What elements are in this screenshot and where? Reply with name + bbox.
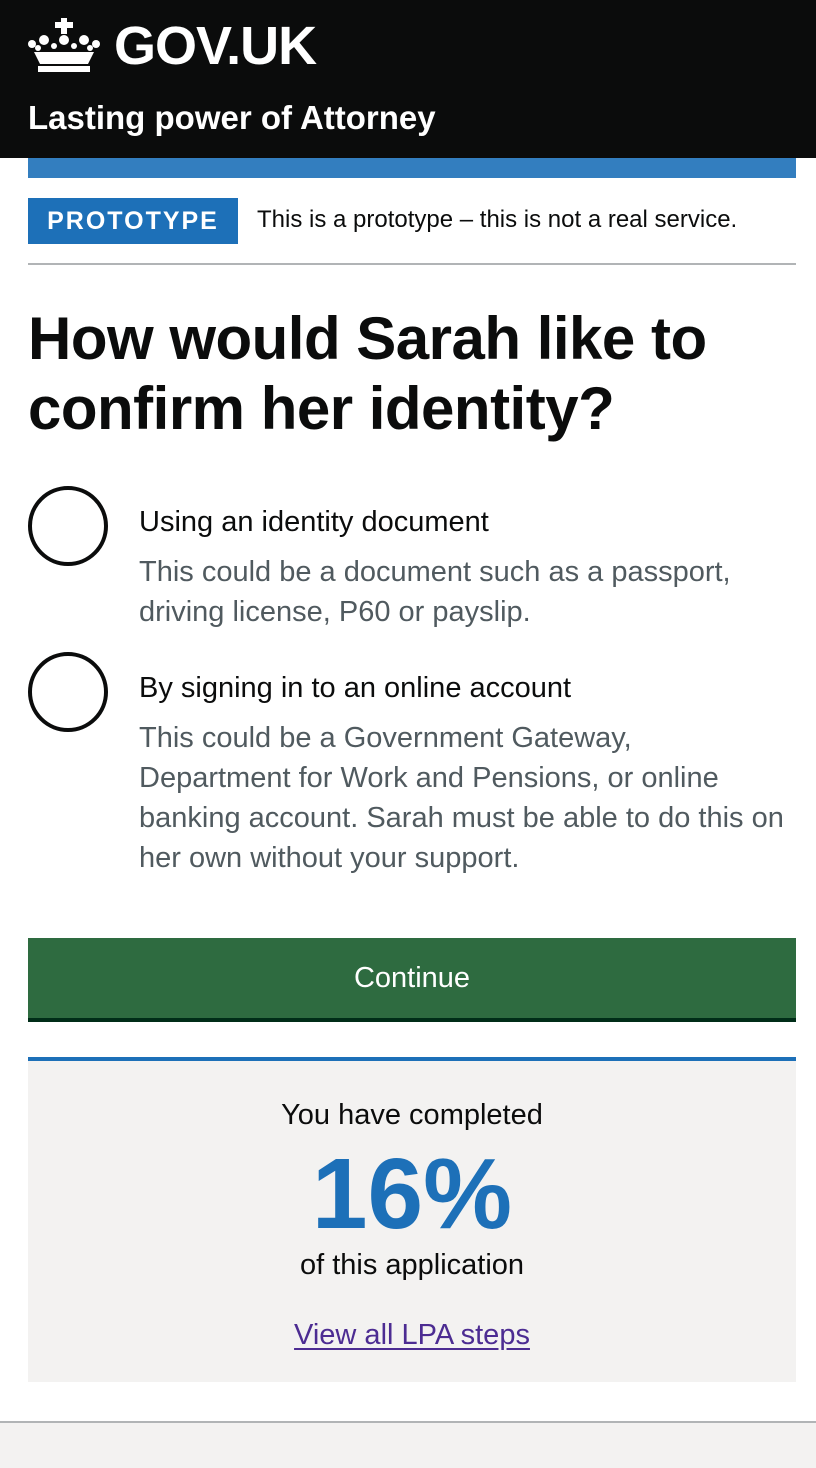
phase-banner-text: This is a prototype – this is not a real…: [257, 206, 738, 233]
prototype-tag: PROTOTYPE: [28, 198, 238, 244]
progress-outro-text: of this application: [299, 1249, 525, 1281]
service-name-link[interactable]: Lasting power of Attorney: [28, 96, 436, 140]
govuk-header: GOV.UK Lasting power of Attorney: [0, 0, 816, 158]
radio-option-online-account[interactable]: By signing in to an online account This …: [28, 652, 796, 882]
radio-hint-online-account: This could be a Government Gateway, Depa…: [139, 722, 784, 874]
progress-intro-text: You have completed: [281, 1099, 543, 1131]
govuk-logo-text: GOV.UK: [114, 16, 317, 76]
govuk-logo-link[interactable]: GOV.UK: [28, 16, 317, 76]
view-all-lpa-steps-link[interactable]: View all LPA steps: [294, 1319, 530, 1351]
radio-button-online-account[interactable]: [28, 652, 108, 732]
radio-label-online-account[interactable]: By signing in to an online account: [139, 668, 571, 708]
phase-banner: PROTOTYPE This is a prototype – this is …: [28, 198, 796, 265]
radio-button-identity-document[interactable]: [28, 486, 108, 566]
progress-percent: 16%: [311, 1138, 513, 1250]
header-blue-band: [28, 158, 796, 178]
radio-option-identity-document[interactable]: Using an identity document This could be…: [28, 486, 796, 636]
crown-icon: [28, 18, 100, 72]
page-footer: [0, 1421, 816, 1468]
continue-button[interactable]: Continue: [28, 938, 796, 1018]
progress-panel: You have completed 16% of this applicati…: [28, 1057, 796, 1382]
radio-label-identity-document[interactable]: Using an identity document: [139, 502, 489, 542]
radio-hint-identity-document: This could be a document such as a passp…: [139, 556, 731, 628]
page-title: How would Sarah like to confirm her iden…: [28, 305, 707, 442]
